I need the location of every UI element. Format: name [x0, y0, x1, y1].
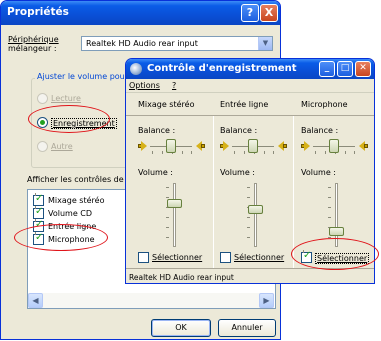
- close-icon[interactable]: ✕: [355, 61, 371, 77]
- channel-name-microphone: Microphone: [301, 100, 348, 109]
- ok-button[interactable]: OK: [151, 319, 211, 337]
- maximize-icon[interactable]: □: [337, 61, 353, 77]
- highlight-ring-microphone: [14, 224, 108, 251]
- volume-label-microphone: Volume :: [301, 168, 336, 177]
- select-label-line: Sélectionner: [234, 253, 285, 262]
- scroll-right-icon[interactable]: ▶: [259, 293, 274, 308]
- minimize-icon[interactable]: _: [319, 61, 335, 77]
- check-icon: ✓: [35, 193, 44, 204]
- close-button[interactable]: X: [260, 4, 278, 22]
- channel-name-stereo: Mixage stéréo: [138, 100, 195, 109]
- volume-label-line: Volume :: [220, 168, 255, 177]
- balance-slider-microphone[interactable]: [329, 139, 339, 153]
- select-checkbox-line[interactable]: [220, 252, 231, 263]
- select-label-stereo: Sélectionner: [152, 253, 203, 262]
- speaker-left-icon: [220, 141, 229, 151]
- menu-options[interactable]: Options: [129, 81, 160, 90]
- radio-playback[interactable]: [37, 93, 48, 104]
- highlight-ring-select-microphone: [291, 238, 379, 270]
- check-icon: ✓: [35, 206, 44, 217]
- radio-playback-label: Lecture: [51, 94, 81, 103]
- volume-label-stereo: Volume :: [138, 168, 173, 177]
- mixer-device-value: Realtek HD Audio rear input: [86, 39, 198, 48]
- volume-slider-stereo[interactable]: [167, 199, 182, 208]
- highlight-ring-recording: [28, 105, 110, 133]
- column-divider: [213, 116, 214, 268]
- menu-bar: Options ?: [126, 79, 374, 93]
- speaker-left-icon: [301, 141, 310, 151]
- recording-title: Contrôle d'enregistrement: [147, 63, 297, 74]
- control-label-stereo: Mixage stéréo: [48, 196, 105, 205]
- column-divider: [293, 116, 294, 268]
- status-text: Realtek HD Audio rear input: [129, 273, 234, 282]
- balance-label-line: Balance :: [220, 126, 258, 135]
- control-checkbox-cd[interactable]: ✓: [33, 206, 44, 219]
- balance-slider-line[interactable]: [248, 139, 258, 153]
- chevron-down-icon[interactable]: ▼: [258, 37, 272, 50]
- speaker-right-icon: [359, 141, 368, 151]
- menu-help[interactable]: ?: [172, 81, 176, 90]
- adjust-volume-title: Ajuster le volume pour: [35, 72, 131, 81]
- check-icon: ✓: [35, 219, 44, 230]
- header-separator: [126, 115, 374, 116]
- balance-label-stereo: Balance :: [138, 126, 176, 135]
- volume-track-line: [254, 183, 257, 247]
- status-bar: Realtek HD Audio rear input: [126, 268, 374, 283]
- mixer-device-select[interactable]: Realtek HD Audio rear input ▼: [81, 36, 273, 51]
- radio-other-label: Autre: [51, 142, 73, 151]
- radio-other[interactable]: [37, 141, 48, 152]
- channel-name-line: Entrée ligne: [220, 100, 269, 109]
- cancel-button[interactable]: Annuler: [218, 319, 276, 337]
- control-label-cd: Volume CD: [48, 209, 93, 218]
- scroll-left-icon[interactable]: ◀: [28, 293, 43, 308]
- mixer-label: Périphérique: [8, 35, 59, 44]
- show-controls-label: Afficher les contrôles de vol: [27, 175, 139, 184]
- volume-slider-line[interactable]: [248, 205, 263, 214]
- mixer-label-2: mélangeur :: [8, 44, 57, 53]
- properties-titlebar[interactable]: Propriétés ? X: [1, 1, 280, 25]
- volume-app-icon: [130, 63, 142, 75]
- volume-track-stereo: [173, 183, 176, 247]
- select-checkbox-stereo[interactable]: [138, 252, 149, 263]
- recording-titlebar[interactable]: Contrôle d'enregistrement _ □ ✕: [126, 59, 374, 79]
- control-checkbox-stereo[interactable]: ✓: [33, 193, 44, 206]
- volume-slider-microphone[interactable]: [329, 227, 344, 236]
- help-button[interactable]: ?: [241, 4, 259, 22]
- balance-label-microphone: Balance :: [301, 126, 339, 135]
- speaker-right-icon: [278, 141, 287, 151]
- speaker-right-icon: [196, 141, 205, 151]
- properties-title: Propriétés: [7, 6, 69, 18]
- balance-slider-stereo[interactable]: [166, 139, 176, 153]
- horizontal-scrollbar[interactable]: ◀ ▶: [28, 293, 274, 308]
- speaker-left-icon: [138, 141, 147, 151]
